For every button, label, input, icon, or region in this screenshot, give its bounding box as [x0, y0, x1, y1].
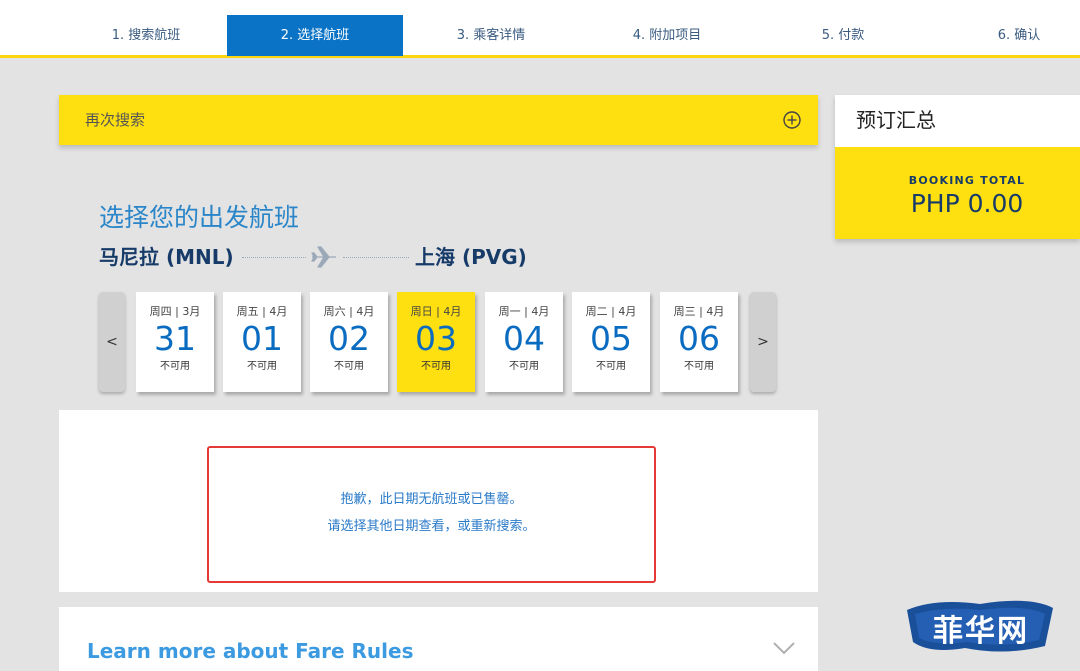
date-status: 不可用: [509, 361, 539, 372]
next-dates-button[interactable]: >: [750, 292, 776, 392]
date-day: 04: [503, 319, 545, 358]
step-payment[interactable]: 5. 付款: [755, 15, 931, 56]
plane-icon: [311, 246, 336, 268]
date-day: 31: [154, 319, 196, 358]
prev-dates-button[interactable]: <: [99, 292, 125, 392]
date-card-selected[interactable]: 周日 | 4月 03 不可用: [397, 292, 475, 392]
date-weekday-month: 周四 | 3月: [149, 305, 201, 318]
step-select-flight[interactable]: 2. 选择航班: [227, 15, 403, 56]
date-weekday-month: 周二 | 4月: [585, 305, 637, 318]
date-status: 不可用: [334, 361, 364, 372]
date-card[interactable]: 周二 | 4月 05 不可用: [572, 292, 650, 392]
page-title: 选择您的出发航班: [99, 203, 300, 232]
search-again-bar[interactable]: 再次搜索: [59, 95, 818, 145]
date-day: 06: [678, 319, 720, 358]
route-divider: [242, 257, 306, 258]
date-card[interactable]: 周四 | 3月 31 不可用: [136, 292, 214, 392]
no-flights-line-2: 请选择其他日期查看，或重新搜索。: [327, 519, 536, 534]
route-divider: [343, 257, 409, 258]
step-progress-bar: 1. 搜索航班 2. 选择航班 3. 乘客详情 4. 附加项目 5. 付款 6.…: [0, 0, 1080, 58]
step-passenger-details[interactable]: 3. 乘客详情: [403, 15, 579, 56]
date-status: 不可用: [684, 361, 714, 372]
no-flights-line-1: 抱歉，此日期无航班或已售罄。: [340, 492, 523, 507]
destination-airport: 上海 (PVG): [415, 245, 527, 269]
date-weekday-month: 周日 | 4月: [410, 305, 462, 318]
flight-results-panel: 抱歉，此日期无航班或已售罄。 请选择其他日期查看，或重新搜索。: [59, 410, 818, 592]
date-status: 不可用: [596, 361, 626, 372]
chevron-down-icon[interactable]: [772, 641, 796, 655]
fare-rules-accordion[interactable]: Learn more about Fare Rules: [59, 607, 818, 671]
watermark-logo: 菲华网: [905, 590, 1055, 660]
date-card[interactable]: 周三 | 4月 06 不可用: [660, 292, 738, 392]
date-card[interactable]: 周五 | 4月 01 不可用: [223, 292, 301, 392]
date-day: 05: [590, 319, 632, 358]
date-weekday-month: 周六 | 4月: [323, 305, 375, 318]
date-card[interactable]: 周六 | 4月 02 不可用: [310, 292, 388, 392]
plus-circle-icon[interactable]: [782, 110, 802, 130]
date-day: 02: [328, 319, 370, 358]
search-again-label: 再次搜索: [85, 111, 146, 129]
booking-summary-title: 预订汇总: [835, 95, 1080, 147]
step-confirmation[interactable]: 6. 确认: [931, 15, 1080, 56]
date-weekday-month: 周三 | 4月: [673, 305, 725, 318]
date-weekday-month: 周一 | 4月: [498, 305, 550, 318]
booking-total-label: BOOKING TOTAL: [908, 174, 1026, 187]
date-day: 03: [415, 319, 457, 358]
booking-summary-panel: 预订汇总 BOOKING TOTAL PHP 0.00: [835, 95, 1080, 239]
date-weekday-month: 周五 | 4月: [236, 305, 288, 318]
date-status: 不可用: [421, 361, 451, 372]
step-add-ons[interactable]: 4. 附加项目: [579, 15, 755, 56]
origin-airport: 马尼拉 (MNL): [99, 245, 234, 269]
date-card[interactable]: 周一 | 4月 04 不可用: [485, 292, 563, 392]
watermark-text: 菲华网: [933, 614, 1029, 649]
fare-rules-label: Learn more about Fare Rules: [87, 639, 414, 663]
booking-total-value: PHP 0.00: [910, 189, 1024, 218]
date-status: 不可用: [160, 361, 190, 372]
step-search-flights[interactable]: 1. 搜索航班: [58, 15, 234, 56]
date-status: 不可用: [247, 361, 277, 372]
no-flights-message: 抱歉，此日期无航班或已售罄。 请选择其他日期查看，或重新搜索。: [207, 446, 656, 583]
date-day: 01: [241, 319, 283, 358]
